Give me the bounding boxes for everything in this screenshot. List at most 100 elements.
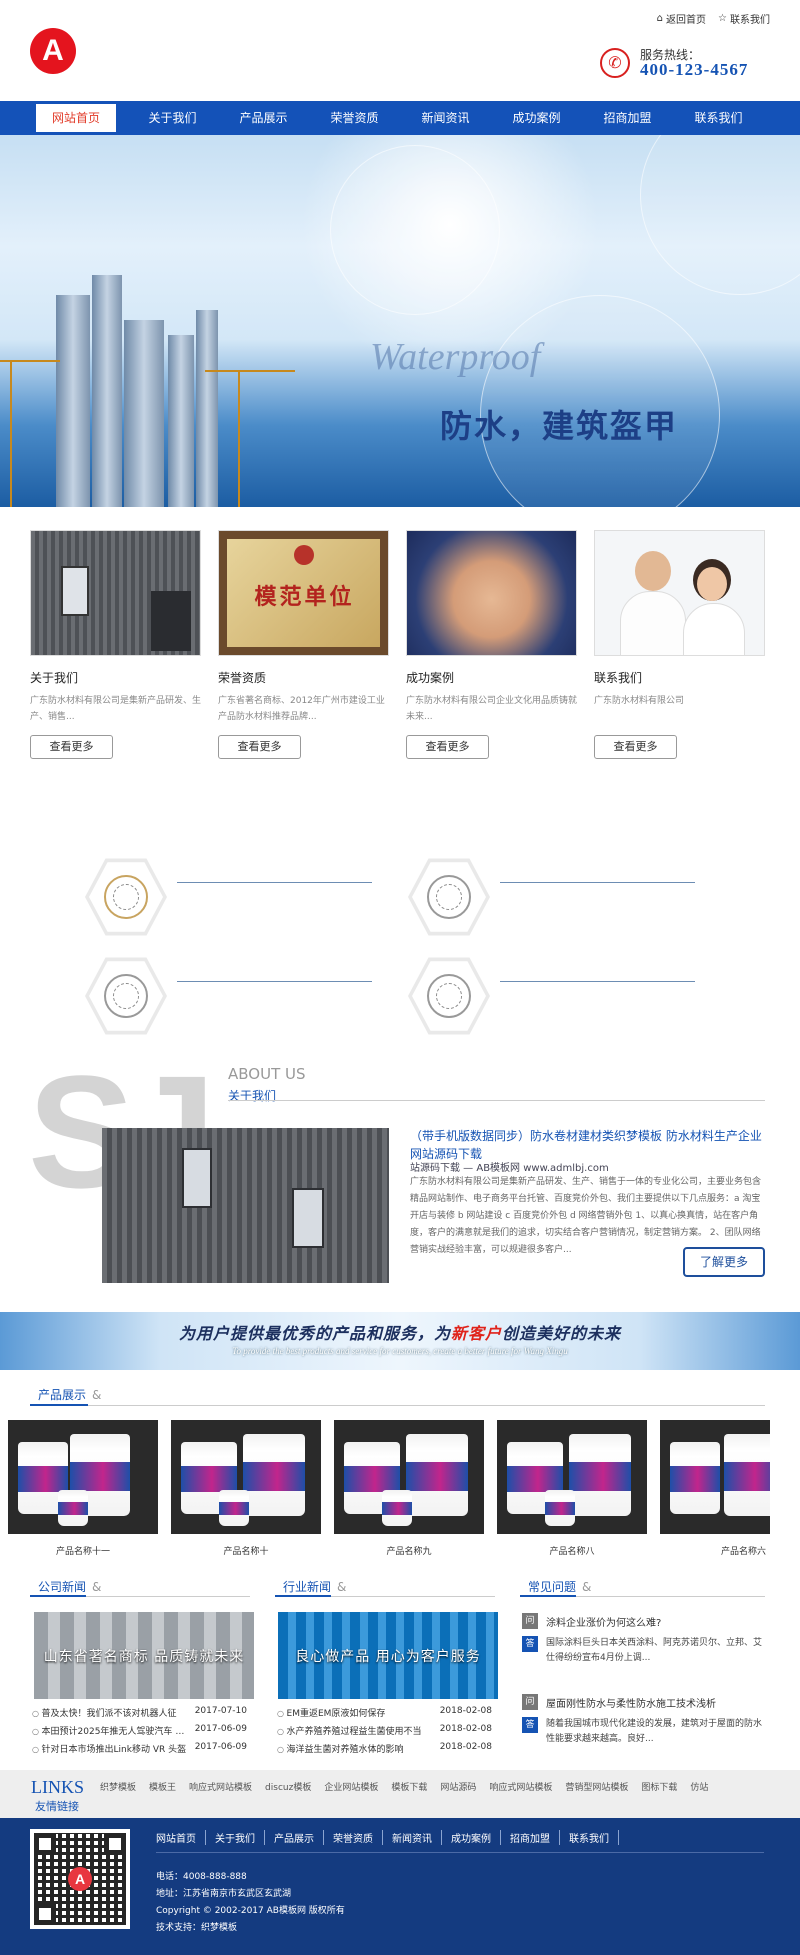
friend-link[interactable]: 网站源码	[440, 1780, 476, 1793]
building	[124, 320, 164, 507]
seal-icon	[104, 974, 148, 1018]
friend-link[interactable]: 模板下载	[391, 1780, 427, 1793]
news-item[interactable]: 普及太快！我们派不该对机器人征2017-07-10	[32, 1706, 247, 1719]
about-headline[interactable]: （带手机版数据同步）防水卷材建材类织梦模板 防水材料生产企业网站源码下载	[410, 1127, 770, 1163]
card-more-button[interactable]: 查看更多	[218, 735, 301, 759]
footer-nav-item[interactable]: 招商加盟	[501, 1830, 560, 1845]
logo[interactable]: A	[30, 28, 76, 74]
footer-nav-item[interactable]: 联系我们	[560, 1830, 619, 1845]
friend-link[interactable]: discuz模板	[265, 1780, 311, 1793]
slogan-cn: 为用户提供最优秀的产品和服务，为新客户创造美好的未来	[0, 1320, 800, 1344]
nav-cases[interactable]: 成功案例	[491, 101, 582, 135]
product-item[interactable]: 产品名称十一	[8, 1420, 158, 1557]
industry-news-title[interactable]: 行业新闻 &	[283, 1578, 346, 1595]
card-more-button[interactable]: 查看更多	[30, 735, 113, 759]
footer-phone: 电话：4008-888-888	[156, 1872, 247, 1882]
friend-link[interactable]: 图标下载	[641, 1780, 677, 1793]
product-name: 产品名称十	[223, 1547, 269, 1557]
news-title: 海洋益生菌对养殖水体的影响	[277, 1742, 437, 1755]
bucket	[724, 1434, 770, 1516]
friend-link[interactable]: 营销型网站模板	[565, 1780, 628, 1793]
hero-banner[interactable]: Waterproof 防水，建筑盔甲	[0, 135, 800, 507]
friend-link[interactable]: 企业网站模板	[324, 1780, 378, 1793]
product-item[interactable]: 产品名称八	[497, 1420, 647, 1557]
news-item[interactable]: 针对日本市场推出Link移动 VR 头盔2017-06-09	[32, 1742, 247, 1755]
nav-home[interactable]: 网站首页	[36, 104, 116, 132]
hex-badge[interactable]	[408, 858, 490, 936]
card-image-hands[interactable]	[406, 530, 577, 656]
nav-honors[interactable]: 荣誉资质	[309, 101, 400, 135]
friend-link[interactable]: 响应式网站模板	[489, 1780, 552, 1793]
top-link-contact[interactable]: ☆ 联系我们	[718, 11, 770, 26]
bucket	[382, 1490, 412, 1526]
news-title: 水产养殖养殖过程益生菌使用不当	[277, 1724, 437, 1737]
footer-nav-item[interactable]: 荣誉资质	[324, 1830, 383, 1845]
card-title[interactable]: 联系我们	[594, 669, 765, 686]
hex-badge[interactable]	[85, 858, 167, 936]
product-name: 产品名称八	[549, 1547, 595, 1557]
product-item[interactable]: 产品名称六	[660, 1420, 770, 1557]
friend-link[interactable]: 响应式网站模板	[189, 1780, 252, 1793]
crane	[10, 360, 12, 507]
friend-link[interactable]: 仿站	[690, 1780, 708, 1793]
nav-contact[interactable]: 联系我们	[673, 101, 764, 135]
plaque-text: 模范单位	[254, 584, 355, 610]
hex-badge[interactable]	[85, 957, 167, 1035]
faq-title[interactable]: 常见问题 &	[528, 1578, 591, 1595]
card-image-building[interactable]	[30, 530, 201, 656]
card-title[interactable]: 关于我们	[30, 669, 201, 686]
card-image-plaque[interactable]: 模范单位	[218, 530, 389, 656]
person-body	[620, 591, 686, 655]
seal-icon	[427, 974, 471, 1018]
star-icon: ☆	[718, 13, 727, 24]
crane-arm	[0, 360, 60, 362]
feature-card-cases: 成功案例 广东防水材料有限公司企业文化用品质铸就未来... 查看更多	[406, 530, 577, 759]
nav-news[interactable]: 新闻资讯	[400, 101, 491, 135]
card-more-button[interactable]: 查看更多	[594, 735, 677, 759]
decor-bubble	[330, 145, 500, 315]
bucket	[670, 1442, 720, 1514]
footer-nav-item[interactable]: 产品展示	[265, 1830, 324, 1845]
products-title[interactable]: 产品展示 &	[38, 1386, 101, 1403]
product-image	[497, 1420, 647, 1534]
card-title[interactable]: 荣誉资质	[218, 669, 389, 686]
qr-finder	[34, 1903, 56, 1925]
news-item[interactable]: EM重返EM原液如何保存2018-02-08	[277, 1706, 492, 1719]
friend-link[interactable]: 模板王	[149, 1780, 176, 1793]
top-link-home[interactable]: ⌂ 返回首页	[657, 11, 706, 26]
decor-bubble	[640, 135, 800, 295]
window	[292, 1188, 324, 1248]
nav-about[interactable]: 关于我们	[127, 101, 218, 135]
nav-products[interactable]: 产品展示	[218, 101, 309, 135]
footer-nav-item[interactable]: 关于我们	[206, 1830, 265, 1845]
qr-logo: A	[68, 1867, 92, 1891]
footer-nav-item[interactable]: 新闻资讯	[383, 1830, 442, 1845]
main-nav: 网站首页 关于我们 产品展示 荣誉资质 新闻资讯 成功案例 招商加盟 联系我们	[0, 101, 800, 135]
footer-nav-item[interactable]: 网站首页	[156, 1830, 206, 1845]
industry-news-image[interactable]: 良心做产品 用心为客户服务	[278, 1612, 498, 1699]
company-news-title[interactable]: 公司新闻 &	[38, 1578, 101, 1595]
top-links: ⌂ 返回首页 ☆ 联系我们	[657, 11, 770, 26]
product-item[interactable]: 产品名称九	[334, 1420, 484, 1557]
news-item[interactable]: 本田预计2025年推无人驾驶汽车 比其2017-06-09	[32, 1724, 247, 1737]
about-cn-title[interactable]: 关于我们	[228, 1087, 276, 1104]
card-more-button[interactable]: 查看更多	[406, 735, 489, 759]
hex-badge[interactable]	[408, 957, 490, 1035]
about-more-button[interactable]: 了解更多	[683, 1247, 765, 1277]
product-image	[660, 1420, 770, 1534]
news-item[interactable]: 海洋益生菌对养殖水体的影响2018-02-08	[277, 1742, 492, 1755]
card-desc: 广东防水材料有限公司是集新产品研发、生产、销售...	[30, 696, 201, 722]
faq-question[interactable]: 问屋面刚性防水与柔性防水施工技术浅析	[522, 1694, 716, 1710]
nav-join[interactable]: 招商加盟	[582, 101, 673, 135]
product-name: 产品名称九	[386, 1547, 432, 1557]
card-title[interactable]: 成功案例	[406, 669, 577, 686]
card-image-service[interactable]	[594, 530, 765, 656]
product-item[interactable]: 产品名称十	[171, 1420, 321, 1557]
faq-question[interactable]: 问涂料企业涨价为何这么难?	[522, 1613, 661, 1629]
footer-nav-item[interactable]: 成功案例	[442, 1830, 501, 1845]
friend-link[interactable]: 织梦模板	[100, 1780, 136, 1793]
product-image	[171, 1420, 321, 1534]
company-news-image[interactable]: 山东省著名商标 品质铸就未来	[34, 1612, 254, 1699]
faq-answer-text: 国际涂料巨头日本关西涂料、阿克苏诺贝尔、立邦、艾仕得纷纷宣布4月份上调...	[546, 1638, 763, 1663]
news-item[interactable]: 水产养殖养殖过程益生菌使用不当2018-02-08	[277, 1724, 492, 1737]
